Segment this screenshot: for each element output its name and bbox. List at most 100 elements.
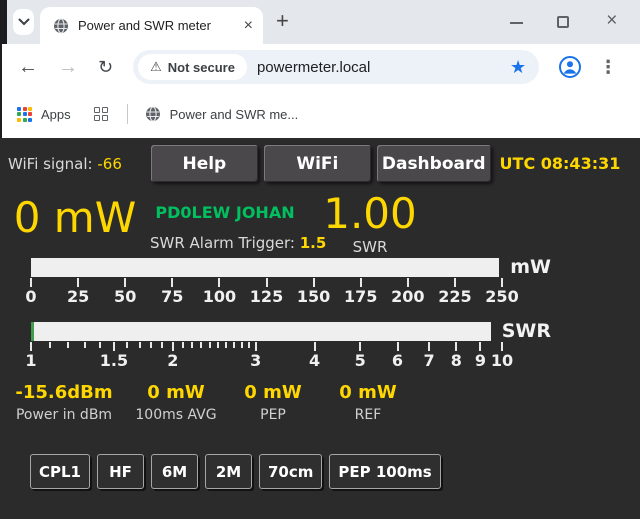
scale-tick <box>161 342 163 348</box>
power-meter: mW 0255075100125150175200225250 <box>31 256 551 308</box>
profile-icon[interactable] <box>558 55 582 79</box>
callsign: PD0LEW JOHAN <box>150 203 300 222</box>
scale-tick-label: 3 <box>250 351 261 370</box>
scale-tick <box>150 342 152 348</box>
readouts-row: -15.6dBm Power in dBm 0 mW 100ms AVG 0 m… <box>0 382 640 423</box>
address-bar[interactable]: ⚠ Not secure powermeter.local ★ <box>133 50 539 84</box>
swr-meter-track <box>31 322 491 341</box>
scale-tick <box>113 342 115 351</box>
tab-groups-icon[interactable] <box>94 107 108 121</box>
scale-tick <box>407 278 409 287</box>
readout-value: 0 mW <box>128 382 224 403</box>
scale-tick <box>397 342 399 351</box>
scale-tick-label: 5 <box>355 351 366 370</box>
70cm-button[interactable]: 70cm <box>259 454 322 489</box>
scale-tick-label: 150 <box>297 287 330 306</box>
status-row: 0 mW PD0LEW JOHAN SWR Alarm Trigger: 1.5… <box>0 192 640 248</box>
readout-dbm: -15.6dBm Power in dBm <box>0 382 128 423</box>
swr-meter: SWR 11.52345678910 <box>31 320 551 372</box>
tab-title: Power and SWR meter <box>78 18 238 33</box>
window-edge <box>0 44 2 90</box>
swr-meter-scale: 11.52345678910 <box>31 342 502 372</box>
scale-tick-label: 0 <box>25 287 36 306</box>
scale-tick <box>479 342 481 351</box>
cpl1-button[interactable]: CPL1 <box>30 454 90 489</box>
minimize-icon <box>510 22 523 24</box>
tab-search-button[interactable] <box>13 9 34 35</box>
scale-tick <box>77 278 79 287</box>
help-button[interactable]: Help <box>151 145 258 182</box>
scale-tick-label: 7 <box>423 351 434 370</box>
maximize-icon <box>557 16 569 28</box>
pep-100ms-button[interactable]: PEP 100ms <box>329 454 440 489</box>
wifi-signal-value: -66 <box>97 155 122 173</box>
swr-value-big: 1.00 <box>300 192 440 236</box>
scale-tick <box>313 278 315 287</box>
forward-icon: → <box>58 57 78 77</box>
warning-icon: ⚠ <box>150 59 162 75</box>
reload-icon[interactable]: ↻ <box>98 58 113 76</box>
scale-tick <box>225 342 227 348</box>
readout-avg: 0 mW 100ms AVG <box>128 382 224 423</box>
browser-chrome: Power and SWR meter × + × ← → ↻ ⚠ Not se… <box>0 0 640 138</box>
bookmark-item[interactable]: Power and SWR me... <box>170 107 299 122</box>
scale-tick <box>217 342 219 348</box>
scale-tick <box>455 342 457 351</box>
status-middle: PD0LEW JOHAN SWR Alarm Trigger: 1.5 <box>150 192 300 248</box>
power-value-big: 0 mW <box>0 192 150 248</box>
swr-caption: SWR <box>300 238 440 256</box>
scale-tick-label: 50 <box>114 287 136 306</box>
utc-clock: UTC 08:43:31 <box>500 154 621 173</box>
chevron-down-icon <box>18 13 30 31</box>
scale-tick <box>501 342 503 351</box>
scale-tick <box>30 342 32 351</box>
scale-tick <box>30 278 32 287</box>
wifi-signal-label: WiFi signal: <box>8 155 93 173</box>
readout-caption: REF <box>322 407 414 423</box>
readout-value: 0 mW <box>322 382 414 403</box>
scale-tick-label: 10 <box>491 351 513 370</box>
swr-alarm-label: SWR Alarm Trigger: <box>150 234 295 252</box>
scale-tick <box>501 278 503 287</box>
scale-tick-label: 25 <box>67 287 89 306</box>
new-tab-button[interactable]: + <box>276 8 289 34</box>
url-text[interactable]: powermeter.local <box>257 59 370 76</box>
swr-alarm-trigger: SWR Alarm Trigger: 1.5 <box>150 234 300 252</box>
scale-tick <box>428 342 430 351</box>
hf-button[interactable]: HF <box>97 454 144 489</box>
swr-meter-fill <box>31 322 34 341</box>
browser-tab[interactable]: Power and SWR meter × <box>40 7 263 44</box>
scale-tick <box>182 342 184 348</box>
menu-icon[interactable]: ⋮ <box>599 57 617 78</box>
power-meter-scale: 0255075100125150175200225250 <box>31 278 502 308</box>
scale-tick-label: 1.5 <box>100 351 128 370</box>
scale-tick <box>84 342 86 348</box>
bookmark-star-icon[interactable]: ★ <box>510 58 526 76</box>
scale-tick-label: 1 <box>25 351 36 370</box>
scale-tick <box>191 342 193 348</box>
power-meter-track <box>31 258 499 277</box>
dashboard-button[interactable]: Dashboard <box>377 145 491 182</box>
security-label: Not secure <box>168 60 235 75</box>
scale-tick-label: 175 <box>344 287 377 306</box>
header-row: WiFi signal: -66 Help WiFi Dashboard UTC… <box>0 145 640 182</box>
tab-close-icon[interactable]: × <box>244 18 253 34</box>
window-edge <box>0 90 2 138</box>
wifi-button[interactable]: WiFi <box>264 145 371 182</box>
scale-tick <box>255 342 257 351</box>
navigation-bar: ← → ↻ ⚠ Not secure powermeter.local ★ ⋮ <box>0 44 640 90</box>
scale-tick <box>454 278 456 287</box>
apps-shortcut[interactable]: Apps <box>41 107 71 122</box>
back-icon[interactable]: ← <box>18 57 38 77</box>
scale-tick <box>360 278 362 287</box>
scale-tick <box>359 342 361 351</box>
scale-tick <box>99 342 101 348</box>
scale-tick <box>49 342 51 348</box>
readout-value: 0 mW <box>224 382 322 403</box>
security-chip[interactable]: ⚠ Not secure <box>138 54 247 80</box>
scale-tick <box>266 278 268 287</box>
wifi-signal: WiFi signal: -66 <box>8 155 122 173</box>
bookmarks-bar: Apps Power and SWR me... <box>0 90 640 138</box>
2m-button[interactable]: 2M <box>205 454 252 489</box>
6m-button[interactable]: 6M <box>151 454 198 489</box>
